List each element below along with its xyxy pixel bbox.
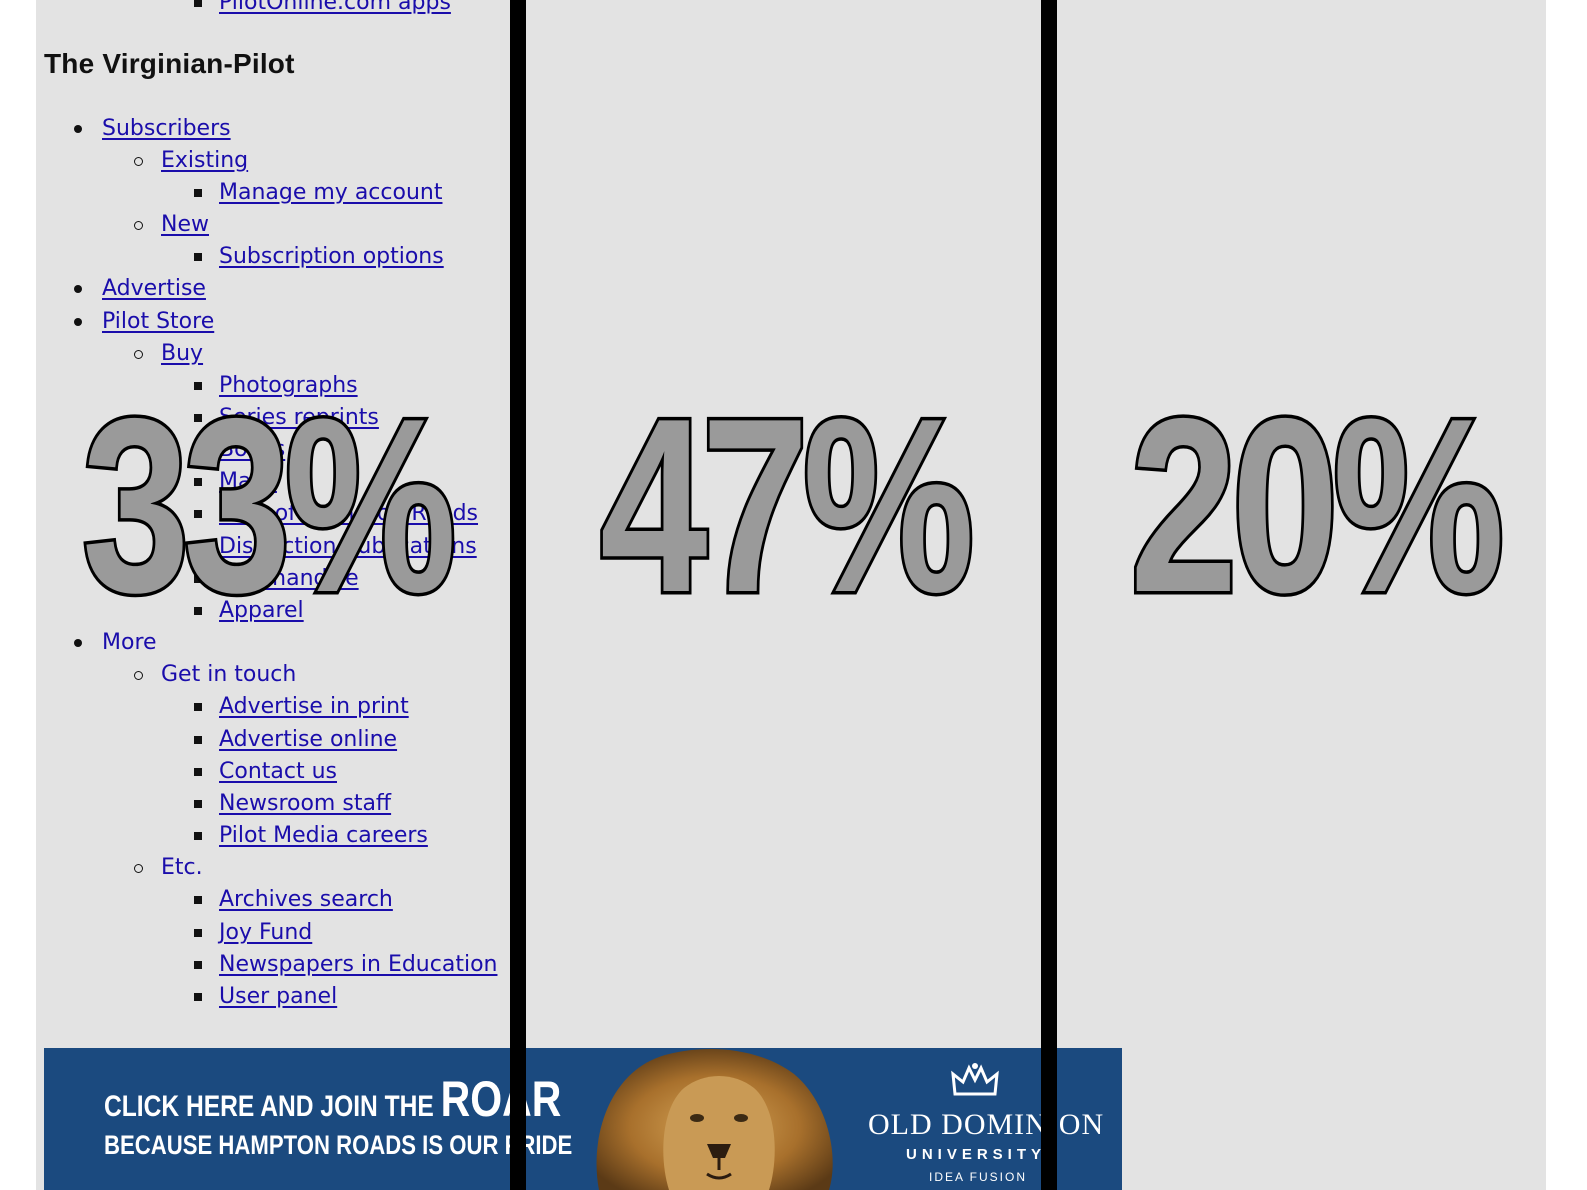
nav-item-joy-fund[interactable]: Joy Fund [194,920,312,946]
bullet-square [194,832,202,840]
nav-link-archives-search[interactable]: Archives search [219,887,393,912]
nav-item-pilot-media-careers[interactable]: Pilot Media careers [194,823,428,849]
bullet-circle [134,671,143,680]
column-divider-left [510,0,526,1190]
nav-link-newspapers-in-education[interactable]: Newspapers in Education [219,952,497,977]
nav-link-existing[interactable]: Existing [161,148,248,173]
nav-item-new[interactable]: New [134,212,209,238]
nav-label-etc[interactable]: Etc. [161,855,203,880]
ad-headline-prefix: CLICK HERE AND JOIN THE [104,1090,434,1123]
bullet-square [194,736,202,744]
nav-item-buy[interactable]: Buy [134,341,203,367]
bullet-square [194,253,202,261]
nav-link-pilot-store[interactable]: Pilot Store [102,309,214,334]
bullet-circle [134,157,143,166]
ad-subline: BECAUSE HAMPTON ROADS IS OUR PRIDE [104,1130,573,1160]
bullet-square [194,800,202,808]
ad-headline: CLICK HERE AND JOIN THE ROAR [104,1070,561,1128]
nav-link-user-panel[interactable]: User panel [219,984,337,1009]
bullet-square [194,961,202,969]
odu-brand-sub: UNIVERSITY [906,1146,1047,1163]
nav-link-pilot-media-careers[interactable]: Pilot Media careers [219,823,428,848]
nav-link-advertise-in-print[interactable]: Advertise in print [219,694,409,719]
percent-left: 33% [79,366,459,644]
nav-item-manage-account[interactable]: Manage my account [194,180,442,206]
nav-item-newspapers-in-education[interactable]: Newspapers in Education [194,952,497,978]
nav-item-apps[interactable]: PilotOnline.com apps [194,0,451,16]
nav-item-advertise[interactable]: Advertise [74,276,206,302]
odu-brand-name: OLD DOMINION [868,1108,1105,1141]
bullet-square [194,896,202,904]
nav-item-pilot-store[interactable]: Pilot Store [74,309,214,335]
nav-item-user-panel[interactable]: User panel [194,984,337,1010]
nav-link-advertise-online[interactable]: Advertise online [219,727,397,752]
nav-item-get-in-touch[interactable]: Get in touch [134,662,296,688]
odu-tagline: IDEA FUSION [929,1170,1028,1184]
nav-link-subscription-options[interactable]: Subscription options [219,244,444,269]
bullet-square [194,768,202,776]
nav-link-apps[interactable]: PilotOnline.com apps [219,0,451,15]
nav-item-subscription-options[interactable]: Subscription options [194,244,444,270]
bullet-square [194,0,202,7]
nav-link-advertise[interactable]: Advertise [102,276,206,301]
site-title: The Virginian-Pilot [44,48,295,79]
bullet-disc [74,125,82,133]
nav-item-subscribers[interactable]: Subscribers [74,116,231,142]
bullet-disc [74,639,82,647]
nav-item-archives-search[interactable]: Archives search [194,887,393,913]
crown-icon [951,1063,999,1096]
nav-link-newsroom-staff[interactable]: Newsroom staff [219,791,391,816]
nav-item-etc[interactable]: Etc. [134,855,203,881]
nav-link-contact-us[interactable]: Contact us [219,759,337,784]
odu-ad-banner[interactable]: CLICK HERE AND JOIN THE ROAR BECAUSE HAM… [44,1048,1122,1190]
bullet-square [194,929,202,937]
bullet-circle [134,350,143,359]
percent-middle: 47% [597,366,977,644]
nav-item-newsroom-staff[interactable]: Newsroom staff [194,791,391,817]
nav-link-new[interactable]: New [161,212,209,237]
bullet-disc [74,285,82,293]
nav-link-subscribers[interactable]: Subscribers [102,116,231,141]
nav-item-contact-us[interactable]: Contact us [194,759,337,785]
lion-image [596,1048,833,1190]
nav-link-buy[interactable]: Buy [161,341,203,366]
bullet-circle [134,864,143,873]
bullet-square [194,993,202,1001]
column-divider-right [1041,0,1057,1190]
nav-link-joy-fund[interactable]: Joy Fund [219,920,312,945]
nav-label-get-in-touch[interactable]: Get in touch [161,662,296,687]
nav-item-advertise-online[interactable]: Advertise online [194,727,397,753]
bullet-circle [134,221,143,230]
bullet-square [194,189,202,197]
nav-item-existing[interactable]: Existing [134,148,248,174]
ad-headline-big: ROAR [440,1071,562,1127]
percent-right: 20% [1127,366,1507,644]
nav-link-manage-account[interactable]: Manage my account [219,180,442,205]
bullet-square [194,703,202,711]
bullet-disc [74,318,82,326]
nav-item-advertise-in-print[interactable]: Advertise in print [194,694,409,720]
